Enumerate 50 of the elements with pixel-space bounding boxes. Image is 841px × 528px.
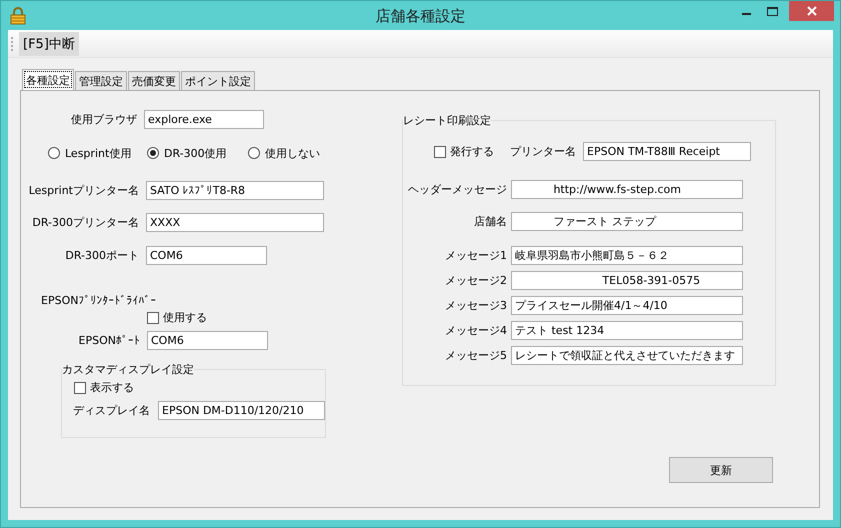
radio-button[interactable]: 使用しない — [248, 146, 338, 160]
minimize-icon — [742, 13, 750, 15]
input-field[interactable]: explore.exe — [144, 110, 264, 129]
tab[interactable]: ポイント設定 — [181, 71, 255, 90]
input-field[interactable]: http://www.fs-step.com — [511, 180, 743, 199]
input-field[interactable]: ファースト ステップ — [511, 212, 743, 231]
radio-button[interactable]: DR-300使用 — [147, 146, 248, 160]
field-label: メッセージ2 — [444, 273, 507, 288]
field-label: メッセージ3 — [444, 298, 507, 313]
input-field[interactable]: プライスセール開催4/1～4/10 — [511, 296, 743, 315]
field-label: EPSONﾎﾟｰﾄ — [78, 334, 140, 347]
input-field[interactable]: EPSON TM-T88Ⅲ Receipt — [583, 142, 751, 161]
toolbar-button[interactable]: [F5]中断 — [19, 32, 79, 56]
section-label: EPSONﾌﾟﾘﾝﾀｰﾄﾞﾗｲﾊﾞｰ — [41, 294, 156, 307]
checkbox[interactable]: 発行する — [434, 144, 494, 159]
field-label: メッセージ5 — [444, 348, 507, 363]
close-icon — [806, 6, 816, 16]
input-field[interactable]: TEL058-391-0575 — [511, 271, 743, 290]
input-field[interactable]: 岐阜県羽島市小熊町島５－６２ — [511, 246, 743, 265]
field-label: DR-300ポート — [64, 248, 139, 263]
window-title: 店舗各種設定 — [376, 7, 466, 26]
checkbox[interactable]: 表示する — [74, 380, 134, 395]
lock-icon — [10, 6, 26, 24]
close-button[interactable] — [789, 1, 834, 21]
field-label: メッセージ1 — [444, 248, 507, 263]
field-label: DR-300プリンター名 — [31, 215, 139, 230]
field-label: Lesprintプリンター名 — [28, 183, 139, 198]
field-label: メッセージ4 — [444, 323, 507, 338]
field-label: 店舗名 — [473, 214, 507, 229]
field-label: ヘッダーメッセージ — [407, 182, 507, 197]
maximize-icon — [766, 6, 778, 16]
field-label: 使用ブラウザ — [70, 112, 137, 127]
input-field[interactable]: COM6 — [147, 331, 268, 350]
grip-icon — [11, 36, 14, 50]
input-field[interactable]: XXXX — [146, 213, 324, 232]
tab[interactable]: 管理設定 — [75, 71, 127, 90]
field-label: プリンター名 — [510, 144, 576, 159]
input-field[interactable]: COM6 — [146, 246, 267, 265]
group-title: カスタマディスプレイ設定 — [62, 362, 194, 377]
input-field[interactable]: EPSON DM-D110/120/210 — [158, 401, 325, 420]
update-button[interactable]: 更新 — [669, 457, 773, 483]
input-field[interactable]: レシートで領収証と代えさせていただきます — [511, 346, 743, 365]
group-title: レシート印刷設定 — [403, 113, 491, 128]
checkbox[interactable]: 使用する — [147, 310, 207, 325]
tab[interactable]: 売価変更 — [128, 71, 180, 90]
radio-button[interactable]: Lesprint使用 — [48, 146, 147, 160]
input-field[interactable]: テスト test 1234 — [511, 321, 743, 340]
field-label: ディスプレイ名 — [73, 403, 150, 418]
input-field[interactable]: SATO ﾚｽﾌﾟﾘT8-R8 — [146, 181, 324, 200]
tab[interactable]: 各種設定 — [22, 69, 74, 90]
